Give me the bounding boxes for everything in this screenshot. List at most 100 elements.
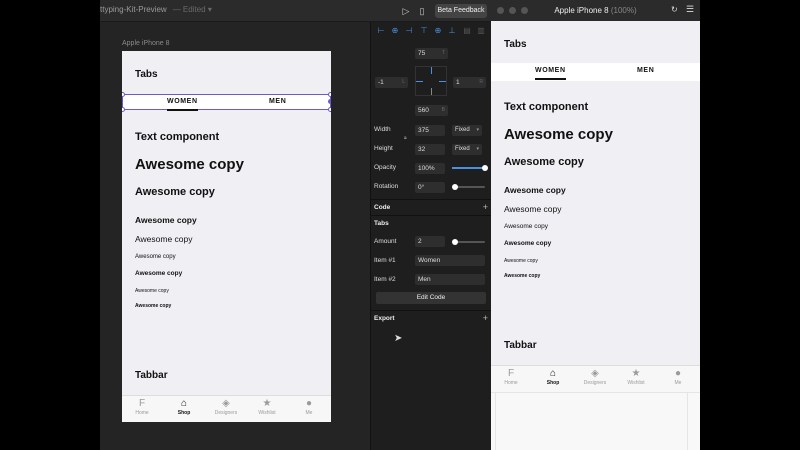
tabbar-item-wishlist[interactable]: ★ Wishlist [616, 368, 656, 386]
tabbar-label: Wishlist [258, 410, 276, 416]
menu-icon[interactable]: ☰ [686, 4, 694, 15]
top-pin[interactable] [431, 67, 432, 74]
edited-status: — Edited [172, 5, 206, 14]
copy-h2: Awesome copy [504, 156, 584, 168]
code-section[interactable]: Code + [371, 199, 492, 215]
width-mode-dropdown[interactable]: Fixed [452, 125, 482, 136]
tab-men[interactable]: MEN [269, 98, 286, 105]
tabbar-item-me[interactable]: ● Me [289, 398, 329, 416]
item1-label: Item #1 [374, 257, 396, 264]
resize-handle[interactable] [122, 107, 125, 112]
home-f-icon: F [507, 368, 515, 379]
tabbar-item-shop[interactable]: ⌂ Shop [164, 398, 204, 416]
tabbar-heading: Tabbar [135, 370, 168, 381]
tabbar-label: Me [305, 410, 313, 416]
height-mode-dropdown[interactable]: Fixed [452, 144, 482, 155]
align-left-icon[interactable]: ⊢ [375, 25, 387, 37]
tab-indicator [167, 109, 198, 111]
opacity-label: Opacity [374, 164, 397, 171]
tabbar-heading: Tabbar [504, 340, 537, 351]
preview-title: Apple iPhone 8 (100%) [491, 6, 700, 15]
amount-slider[interactable] [452, 239, 485, 245]
tabbar: F Home ⌂ Shop ◈ Designers ★ Wishlist ● Me [491, 365, 700, 392]
item2-field[interactable]: Men [415, 274, 485, 285]
left-field[interactable]: -1 L [375, 77, 408, 88]
rotation-field[interactable]: 0° [415, 182, 445, 193]
tabbar: F Home ⌂ Shop ◈ Designers ★ Wishlist ● Me [122, 395, 331, 422]
artboard[interactable]: Tabs WOMEN MEN Text component Awesome co… [122, 51, 331, 422]
constraint-box[interactable] [415, 66, 447, 96]
mouse-cursor-icon: ➤ [394, 333, 403, 344]
resize-handle[interactable] [328, 92, 331, 97]
canvas[interactable]: Apple iPhone 8 Tabs WOMEN MEN Text compo… [100, 22, 370, 450]
tabbar-item-shop[interactable]: ⌂ Shop [533, 368, 573, 386]
align-center-h-icon[interactable]: ⊕ [389, 25, 401, 37]
home-f-icon: F [138, 398, 146, 409]
plus-icon[interactable]: + [483, 202, 488, 212]
refresh-icon[interactable]: ↻ [671, 5, 678, 14]
width-field[interactable]: 375 [415, 125, 445, 136]
edit-code-button[interactable]: Edit Code [376, 292, 486, 304]
document-title[interactable]: ttyping-Kit-Preview — Edited ▾ [100, 5, 212, 14]
tab-men[interactable]: MEN [637, 67, 654, 74]
beta-feedback-button[interactable]: Beta Feedback [435, 4, 487, 18]
tabbar-item-designers[interactable]: ◈ Designers [206, 398, 246, 416]
bottom-value: 560 [418, 107, 429, 114]
align-center-v-icon[interactable]: ⊕ [432, 25, 444, 37]
right-field[interactable]: 1R [453, 77, 486, 88]
opacity-field[interactable]: 100% [415, 163, 445, 174]
tab-women[interactable]: WOMEN [535, 67, 566, 74]
play-icon[interactable]: ▷ [399, 4, 413, 18]
tabs-section-title: Tabs [374, 220, 389, 227]
rotation-slider-knob[interactable] [452, 184, 458, 190]
preview-window: Apple iPhone 8 (100%) ↻ ☰ Tabs WOMEN MEN… [491, 0, 700, 450]
copy-caption: Awesome copy [504, 258, 538, 264]
resize-handle[interactable] [122, 92, 125, 97]
bottom-pin[interactable] [431, 88, 432, 95]
preview-device[interactable]: Tabs WOMEN MEN Text component Awesome co… [491, 21, 700, 392]
top-value: 75 [418, 50, 426, 57]
bottom-unit: B [441, 107, 445, 113]
distribute-v-icon[interactable]: ▥ [475, 25, 487, 37]
hanger-icon: ⌂ [180, 398, 188, 409]
resize-handle[interactable] [328, 99, 331, 104]
tabbar-label: Home [135, 410, 149, 416]
top-field[interactable]: 75 T [415, 48, 448, 59]
item2-label: Item #2 [374, 276, 396, 283]
tabbar-item-me[interactable]: ● Me [658, 368, 698, 386]
align-right-icon[interactable]: ⊣ [403, 25, 415, 37]
export-section[interactable]: Export + [371, 310, 492, 326]
alignment-toolbar: ⊢ ⊕ ⊣ ⊤ ⊕ ⊥ ▤ ▥ [371, 22, 492, 40]
height-field[interactable]: 32 [415, 144, 445, 155]
tabs-section: Tabs [371, 215, 492, 231]
plus-icon[interactable]: + [483, 313, 488, 323]
distribute-h-icon[interactable]: ▤ [461, 25, 473, 37]
opacity-slider-knob[interactable] [482, 165, 488, 171]
preview-titlebar: Apple iPhone 8 (100%) ↻ ☰ [491, 0, 700, 21]
align-top-icon[interactable]: ⊤ [418, 25, 430, 37]
device-icon[interactable]: ▯ [415, 4, 429, 18]
amount-field[interactable]: 2 [415, 236, 445, 247]
top-unit: T [441, 50, 445, 56]
tabbar-item-home[interactable]: F Home [491, 368, 531, 386]
opacity-slider[interactable] [452, 165, 488, 171]
rotation-slider[interactable] [452, 184, 485, 190]
copy-small-bold: Awesome copy [135, 270, 183, 277]
tabbar-item-designers[interactable]: ◈ Designers [575, 368, 615, 386]
lock-icon[interactable]: 🔒︎ [404, 135, 407, 141]
tab-women[interactable]: WOMEN [167, 98, 198, 105]
item1-field[interactable]: Women [415, 255, 485, 266]
width-label: Width [374, 126, 391, 133]
align-bottom-icon[interactable]: ⊥ [446, 25, 458, 37]
resize-handle[interactable] [328, 107, 331, 112]
bottom-field[interactable]: 560 B [415, 105, 448, 116]
chevron-down-icon: ▾ [207, 5, 212, 14]
copy-h2: Awesome copy [135, 186, 215, 198]
right-pin[interactable] [439, 81, 446, 82]
tabbar-label: Shop [546, 380, 560, 386]
selected-tabs-component[interactable]: WOMEN MEN [122, 92, 331, 112]
amount-slider-knob[interactable] [452, 239, 458, 245]
left-pin[interactable] [416, 81, 423, 82]
tabbar-item-wishlist[interactable]: ★ Wishlist [247, 398, 287, 416]
tabbar-item-home[interactable]: F Home [122, 398, 162, 416]
